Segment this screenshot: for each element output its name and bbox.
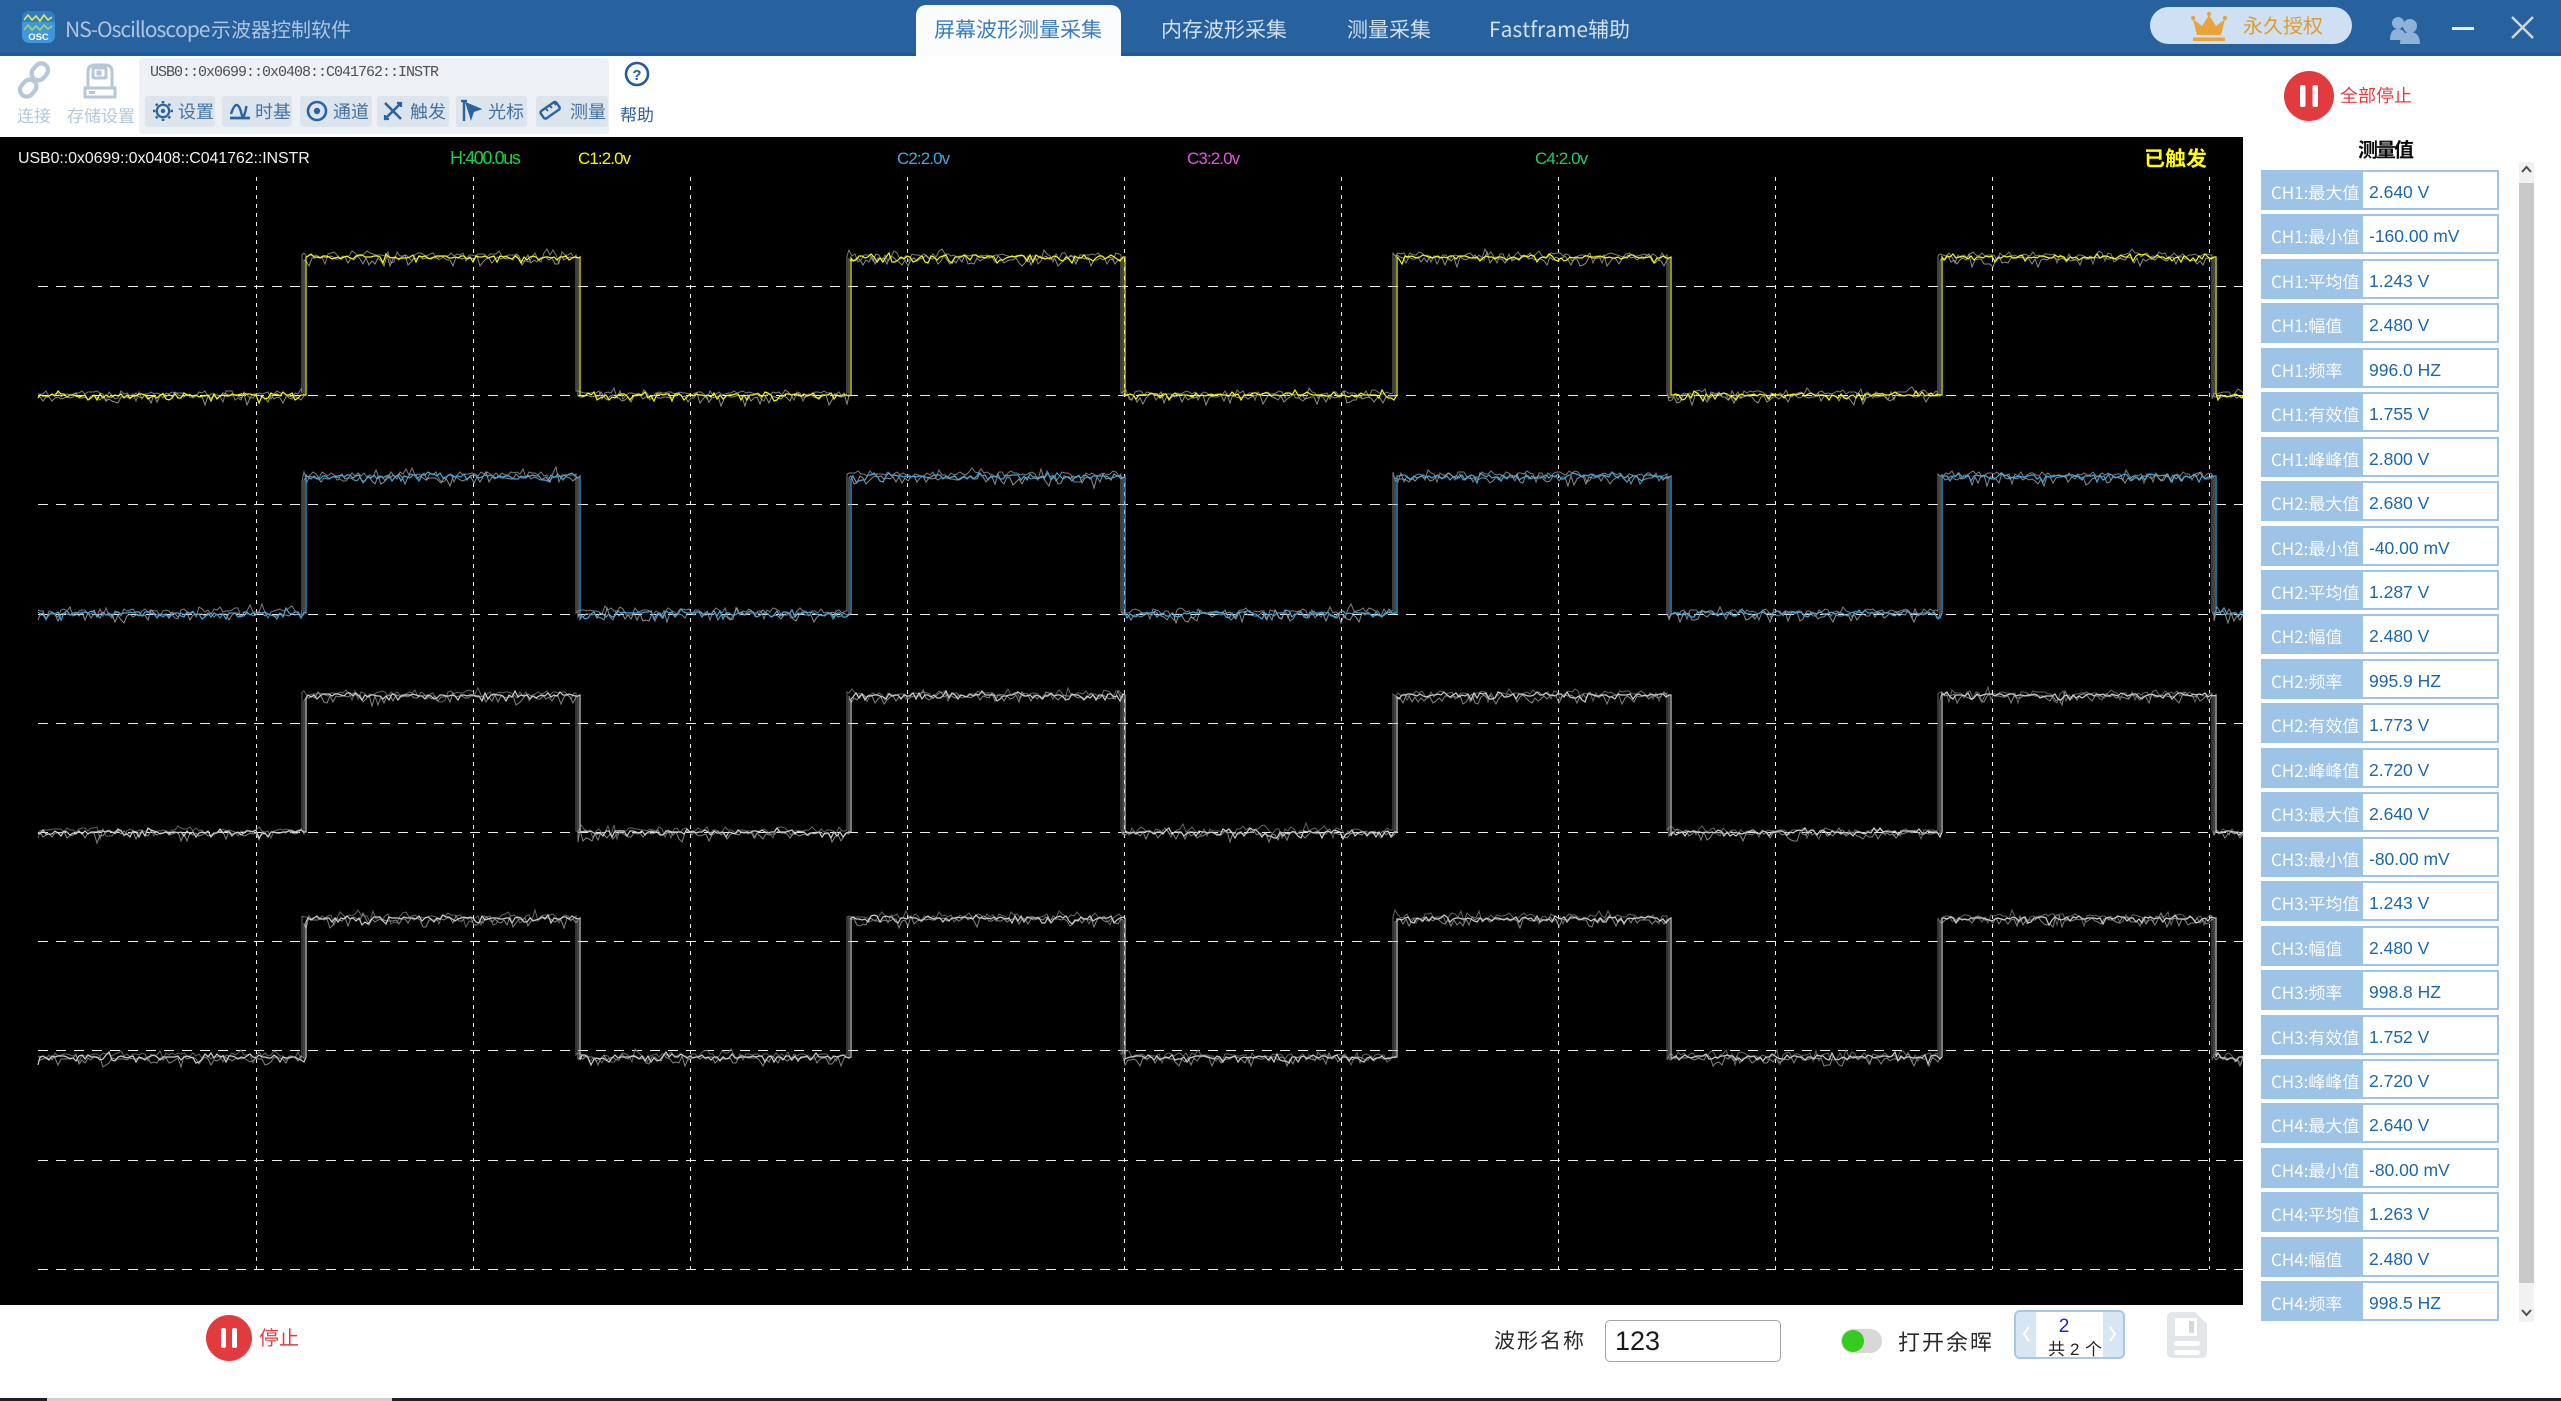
svg-text:USB0::0x0699::0x0408::C041762:: USB0::0x0699::0x0408::C041762::INSTR	[18, 150, 310, 167]
svg-text:C1:2.0v: C1:2.0v	[578, 149, 632, 168]
svg-text:C4:2.0v: C4:2.0v	[1535, 149, 1589, 168]
svg-text:H:400.0us: H:400.0us	[450, 148, 521, 168]
svg-text:OSC: OSC	[28, 32, 49, 43]
svg-text:2: 2	[2070, 1340, 2079, 1359]
svg-text:2: 2	[2059, 1316, 2070, 1337]
svg-text:?: ?	[632, 67, 641, 84]
svg-text:C3:2.0v: C3:2.0v	[1187, 149, 1241, 168]
svg-text:C2:2.0v: C2:2.0v	[897, 149, 951, 168]
